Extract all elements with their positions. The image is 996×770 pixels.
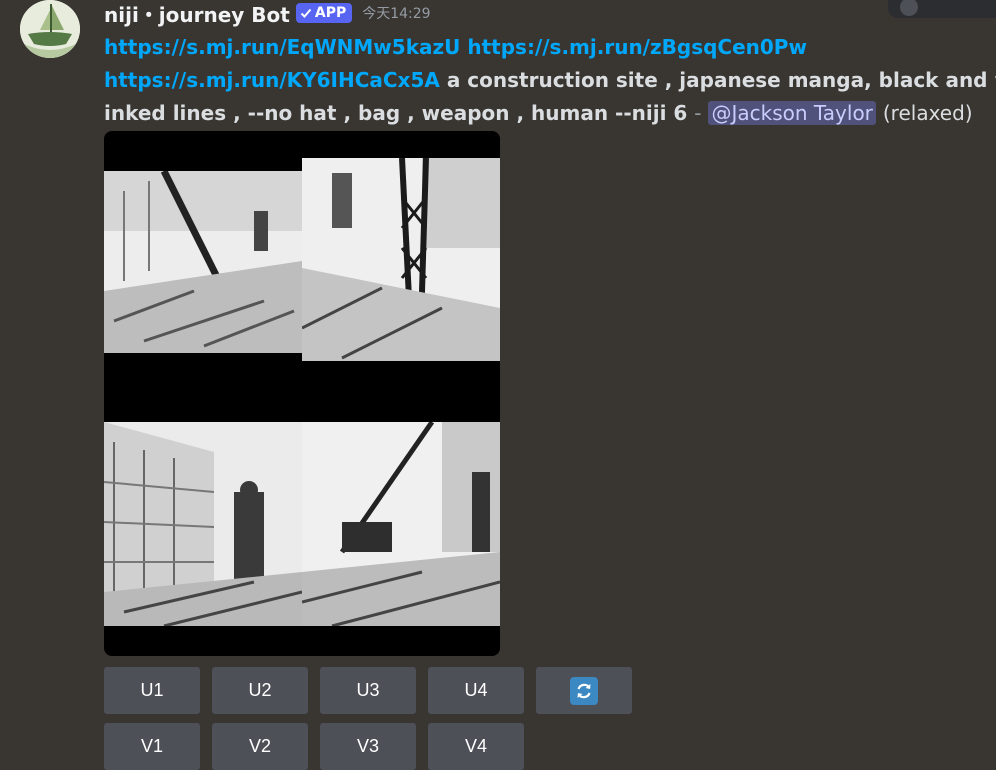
timestamp[interactable]: 今天14:29 (362, 3, 430, 23)
boat-logo-icon (20, 0, 80, 58)
prompt-text-2: inked lines , --no hat , bag , weapon , … (104, 101, 688, 125)
image-tile-3 (104, 422, 302, 626)
reroll-button[interactable] (536, 667, 632, 714)
message-content: https://s.mj.run/EqWNMw5kazU https://s.m… (104, 31, 996, 130)
app-badge: APP (295, 3, 353, 23)
upscale-button-row: U1 U2 U3 U4 (104, 667, 632, 714)
variation-button-row: V1 V2 V3 V4 (104, 723, 524, 770)
refresh-icon (570, 676, 598, 705)
generated-image[interactable] (104, 131, 500, 656)
v1-button[interactable]: V1 (104, 723, 200, 770)
u4-button[interactable]: U4 (428, 667, 524, 714)
u1-button[interactable]: U1 (104, 667, 200, 714)
u2-button[interactable]: U2 (212, 667, 308, 714)
link-3[interactable]: https://s.mj.run/KY6IHCaCx5A (104, 68, 440, 92)
author-name[interactable]: niji・journey Bot (104, 0, 290, 28)
toolbar-icon[interactable] (900, 0, 918, 16)
v3-button[interactable]: V3 (320, 723, 416, 770)
mode-label: (relaxed) (882, 101, 973, 125)
image-tile-4 (302, 422, 500, 626)
v4-button[interactable]: V4 (428, 723, 524, 770)
link-1[interactable]: https://s.mj.run/EqWNMw5kazU (104, 35, 460, 59)
checkmark-icon (300, 8, 312, 18)
image-tile-2 (302, 158, 500, 361)
image-tile-1 (104, 171, 302, 353)
separator-dash: - (694, 101, 702, 125)
v2-button[interactable]: V2 (212, 723, 308, 770)
message-toolbar[interactable] (888, 0, 996, 18)
link-2[interactable]: https://s.mj.run/zBgsqCen0Pw (467, 35, 807, 59)
prompt-text-1: a construction site , japanese manga, bl… (446, 68, 996, 92)
app-badge-label: APP (314, 5, 347, 21)
message-header: niji・journey Bot APP 今天14:29 (104, 0, 431, 28)
user-mention[interactable]: @Jackson Taylor (708, 101, 876, 125)
u3-button[interactable]: U3 (320, 667, 416, 714)
bot-avatar[interactable] (20, 0, 80, 58)
